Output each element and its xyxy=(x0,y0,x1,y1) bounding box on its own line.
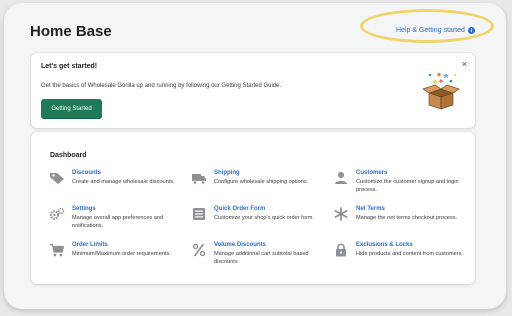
dashboard-item-text: Manage overall app preferences and notif… xyxy=(72,215,164,229)
dashboard-item-text: Customize your shop's quick order form. xyxy=(214,215,314,221)
dashboard-item-name: Net Terms xyxy=(356,206,385,212)
dashboard-item-text: Minimum/Maximum order requirements. xyxy=(72,251,171,257)
open-box-icon xyxy=(422,72,460,110)
dashboard-item-name: Shipping xyxy=(214,170,240,176)
dashboard-item-text: Configure wholesale shipping options. xyxy=(214,179,309,185)
app-window: Home Base Help & Getting started i Let's… xyxy=(4,3,506,309)
help-link-label: Help & Getting started xyxy=(396,27,465,34)
help-link[interactable]: Help & Getting started i xyxy=(396,27,475,34)
dashboard-item-name: Settings xyxy=(72,206,96,212)
getting-started-card: Let's get started! Get the basics of Who… xyxy=(31,53,475,128)
dashboard-item-name: Discounts xyxy=(72,170,102,176)
dashboard-item-name: Customers xyxy=(356,170,388,176)
gears-icon xyxy=(49,207,65,220)
getting-started-title: Let's get started! xyxy=(41,63,98,70)
dashboard-item-name: Quick Order Form xyxy=(214,206,266,212)
dashboard-item-text: Manage the net terms checkout process. xyxy=(356,215,458,221)
percent-icon xyxy=(192,243,206,257)
dashboard-item-text: Create and manage wholesale discounts. xyxy=(72,179,175,185)
getting-started-button[interactable]: Getting Started xyxy=(41,99,102,119)
dashboard-item-text: Hide products and content from customers… xyxy=(356,251,463,257)
dashboard-item-name: Volume Discounts xyxy=(214,242,266,248)
dashboard-item-name: Order Limits xyxy=(72,242,108,248)
dashboard-item-text: Customize the customer signup and login … xyxy=(356,179,459,193)
dashboard-item-name: Exclusions & Locks xyxy=(356,242,413,248)
tag-icon xyxy=(50,173,64,184)
info-icon: i xyxy=(467,27,475,34)
person-icon xyxy=(335,172,347,184)
asterisk-icon xyxy=(334,207,348,221)
cart-icon xyxy=(50,243,65,257)
highlight-ring xyxy=(360,9,494,43)
getting-started-description: Get the basics of Wholesale Gorilla up a… xyxy=(41,83,282,89)
page-title: Home Base xyxy=(30,23,112,40)
dashboard-card: Dashboard Discounts Create and manage wh… xyxy=(31,132,475,284)
dashboard-heading: Dashboard xyxy=(50,152,87,159)
lock-icon xyxy=(336,243,346,257)
truck-icon xyxy=(192,174,206,185)
dashboard-item-text: Manage additional cart subtotal based di… xyxy=(214,251,309,265)
list-icon xyxy=(193,208,205,220)
